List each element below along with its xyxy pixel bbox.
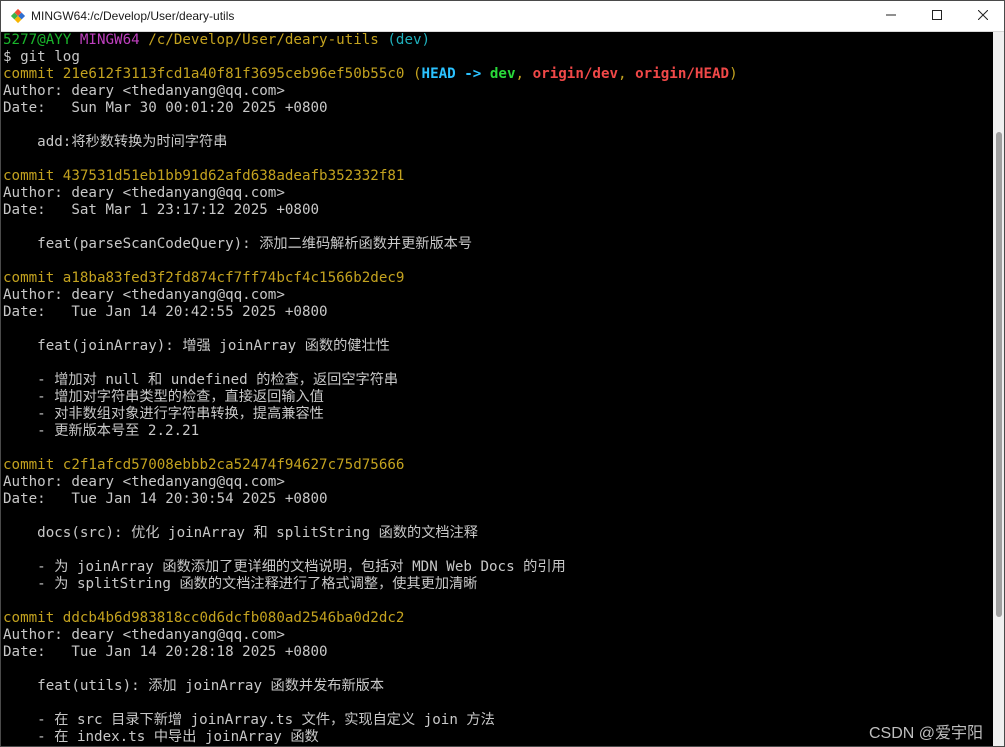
minimize-button[interactable] bbox=[868, 1, 914, 31]
terminal-line: Author: deary <thedanyang@qq.com> bbox=[3, 287, 738, 304]
terminal-text: - 为 splitString 函数的文档注释进行了格式调整，使其更加清晰 bbox=[3, 576, 478, 592]
close-button[interactable] bbox=[960, 1, 1004, 31]
terminal-line: commit 437531d51eb1bb91d62afd638adeafb35… bbox=[3, 168, 738, 185]
terminal-text: Date: Tue Jan 14 20:28:18 2025 +0800 bbox=[3, 644, 328, 660]
terminal-line: - 更新版本号至 2.2.21 bbox=[3, 423, 738, 440]
terminal-line: feat(utils): 添加 joinArray 函数并发布新版本 bbox=[3, 678, 738, 695]
watermark: CSDN @爱宇阳 bbox=[869, 725, 984, 742]
maximize-button[interactable] bbox=[914, 1, 960, 31]
terminal-line: add:将秒数转换为时间字符串 bbox=[3, 134, 738, 151]
terminal-text: , bbox=[618, 66, 636, 82]
terminal-text: Date: Tue Jan 14 20:42:55 2025 +0800 bbox=[3, 304, 328, 320]
window-title: MINGW64:/c/Develop/User/deary-utils bbox=[31, 9, 235, 23]
terminal-text: - 对非数组对象进行字符串转换，提高兼容性 bbox=[3, 406, 324, 422]
terminal-text: commit ddcb4b6d983818cc0d6dcfb080ad2546b… bbox=[3, 610, 405, 626]
terminal-text: (dev) bbox=[378, 32, 431, 48]
terminal-line: Date: Sat Mar 1 23:17:12 2025 +0800 bbox=[3, 202, 738, 219]
terminal-text: - 为 joinArray 函数添加了更详细的文档说明，包括对 MDN Web … bbox=[3, 559, 566, 575]
terminal-text: - 在 index.ts 中导出 joinArray 函数 bbox=[3, 729, 319, 745]
title-bar[interactable]: MINGW64:/c/Develop/User/deary-utils bbox=[1, 1, 1004, 32]
terminal-text: - 增加对字符串类型的检查，直接返回输入值 bbox=[3, 389, 324, 405]
terminal-line: - 为 joinArray 函数添加了更详细的文档说明，包括对 MDN Web … bbox=[3, 559, 738, 576]
terminal-line: Author: deary <thedanyang@qq.com> bbox=[3, 185, 738, 202]
terminal-text: Date: Sat Mar 1 23:17:12 2025 +0800 bbox=[3, 202, 320, 218]
terminal-text: Date: Tue Jan 14 20:30:54 2025 +0800 bbox=[3, 491, 328, 507]
terminal-text: feat(joinArray): 增强 joinArray 函数的健壮性 bbox=[3, 338, 390, 354]
terminal-text: commit c2f1afcd57008ebbb2ca52474f94627c7… bbox=[3, 457, 405, 473]
terminal-window: MINGW64:/c/Develop/User/deary-utils 5277… bbox=[0, 0, 1005, 747]
terminal-line: Date: Sun Mar 30 00:01:20 2025 +0800 bbox=[3, 100, 738, 117]
terminal-line: - 对非数组对象进行字符串转换，提高兼容性 bbox=[3, 406, 738, 423]
terminal-text: Date: Sun Mar 30 00:01:20 2025 +0800 bbox=[3, 100, 328, 116]
terminal-text: Author: deary <thedanyang@qq.com> bbox=[3, 474, 285, 490]
terminal-line: - 增加对 null 和 undefined 的检查，返回空字符串 bbox=[3, 372, 738, 389]
terminal-line: feat(parseScanCodeQuery): 添加二维码解析函数并更新版本… bbox=[3, 236, 738, 253]
terminal-line: - 为 splitString 函数的文档注释进行了格式调整，使其更加清晰 bbox=[3, 576, 738, 593]
terminal-text: Author: deary <thedanyang@qq.com> bbox=[3, 287, 285, 303]
terminal-lines: 5277@AYY MINGW64 /c/Develop/User/deary-u… bbox=[3, 32, 738, 746]
terminal-text: feat(parseScanCodeQuery): 添加二维码解析函数并更新版本… bbox=[3, 236, 473, 252]
terminal-text: dev bbox=[489, 66, 516, 82]
terminal-text: ( bbox=[413, 66, 422, 82]
terminal-text: commit 437531d51eb1bb91d62afd638adeafb35… bbox=[3, 168, 405, 184]
terminal-output[interactable]: 5277@AYY MINGW64 /c/Develop/User/deary-u… bbox=[1, 32, 993, 746]
terminal-text: - 在 src 目录下新增 joinArray.ts 文件，实现自定义 join… bbox=[3, 712, 495, 728]
terminal-text: 5277@AYY bbox=[3, 32, 80, 48]
terminal-line: Date: Tue Jan 14 20:30:54 2025 +0800 bbox=[3, 491, 738, 508]
terminal-line: commit a18ba83fed3f2fd874cf7ff74bcf4c156… bbox=[3, 270, 738, 287]
terminal-text: Author: deary <thedanyang@qq.com> bbox=[3, 185, 285, 201]
terminal-text: /c/Develop/User/deary-utils bbox=[148, 32, 379, 48]
git-bash-icon bbox=[10, 8, 26, 24]
terminal-text: , bbox=[515, 66, 533, 82]
terminal-text: HEAD -> bbox=[421, 66, 490, 82]
terminal-text: origin/dev bbox=[532, 66, 619, 82]
terminal-text: Author: deary <thedanyang@qq.com> bbox=[3, 627, 285, 643]
terminal-line: Date: Tue Jan 14 20:28:18 2025 +0800 bbox=[3, 644, 738, 661]
terminal-line: Author: deary <thedanyang@qq.com> bbox=[3, 474, 738, 491]
terminal-line: commit c2f1afcd57008ebbb2ca52474f94627c7… bbox=[3, 457, 738, 474]
close-icon bbox=[977, 7, 989, 25]
terminal-text: - 更新版本号至 2.2.21 bbox=[3, 423, 200, 439]
terminal-text: - 增加对 null 和 undefined 的检查，返回空字符串 bbox=[3, 372, 399, 388]
terminal-text: commit a18ba83fed3f2fd874cf7ff74bcf4c156… bbox=[3, 270, 405, 286]
terminal-line: $ git log bbox=[3, 49, 738, 66]
terminal-line: - 在 src 目录下新增 joinArray.ts 文件，实现自定义 join… bbox=[3, 712, 738, 729]
terminal-line: docs(src): 优化 joinArray 和 splitString 函数… bbox=[3, 525, 738, 542]
terminal-text: docs(src): 优化 joinArray 和 splitString 函数… bbox=[3, 525, 478, 541]
terminal-text: feat(utils): 添加 joinArray 函数并发布新版本 bbox=[3, 678, 385, 694]
terminal-text: add:将秒数转换为时间字符串 bbox=[3, 134, 228, 150]
scrollbar-thumb[interactable] bbox=[996, 132, 1002, 617]
vertical-scrollbar[interactable] bbox=[993, 32, 1004, 746]
terminal-line: feat(joinArray): 增强 joinArray 函数的健壮性 bbox=[3, 338, 738, 355]
terminal-text: MINGW64 bbox=[79, 32, 149, 48]
maximize-icon bbox=[932, 7, 942, 25]
terminal-line: Date: Tue Jan 14 20:42:55 2025 +0800 bbox=[3, 304, 738, 321]
terminal-text: origin/HEAD bbox=[635, 66, 730, 82]
terminal-text: ) bbox=[729, 66, 738, 82]
terminal-line: Author: deary <thedanyang@qq.com> bbox=[3, 627, 738, 644]
terminal-text: commit 21e612f3113fcd1a40f81f3695ceb96ef… bbox=[3, 66, 413, 82]
terminal-line: Author: deary <thedanyang@qq.com> bbox=[3, 83, 738, 100]
terminal-line: - 增加对字符串类型的检查，直接返回输入值 bbox=[3, 389, 738, 406]
terminal-line: - 在 index.ts 中导出 joinArray 函数 bbox=[3, 729, 738, 746]
terminal-text: $ git log bbox=[3, 49, 80, 65]
terminal-line: 5277@AYY MINGW64 /c/Develop/User/deary-u… bbox=[3, 32, 738, 49]
minimize-icon bbox=[886, 7, 896, 25]
terminal-line: commit 21e612f3113fcd1a40f81f3695ceb96ef… bbox=[3, 66, 738, 83]
terminal-line: commit ddcb4b6d983818cc0d6dcfb080ad2546b… bbox=[3, 610, 738, 627]
terminal-text: Author: deary <thedanyang@qq.com> bbox=[3, 83, 285, 99]
